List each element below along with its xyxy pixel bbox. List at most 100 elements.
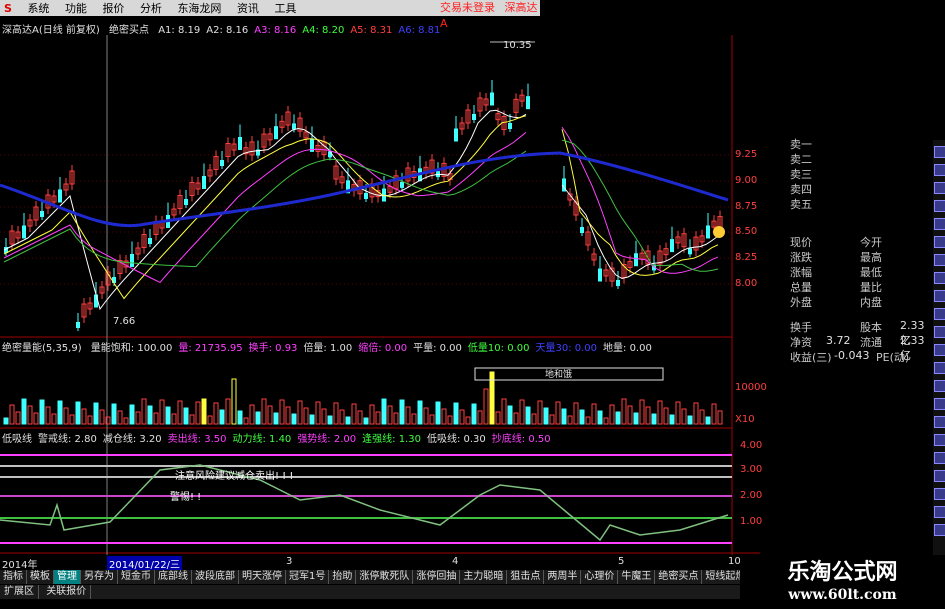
low-label: 最低 [860,266,882,279]
volume-bar [141,398,147,425]
toolbar-button-icon[interactable] [934,146,945,158]
tab-indicator-16[interactable]: 牛魔王 [618,570,656,584]
tab-indicator-2[interactable]: 管理 [54,570,81,584]
volume-bar [555,401,561,425]
tab-indicator-4[interactable]: 短金币 [118,570,155,584]
toolbar-button-icon[interactable] [934,236,945,248]
toolbar-button-icon[interactable] [934,254,945,266]
volume-bar [717,410,723,425]
main-chart-header: 深高达A(日线 前复权) 绝密买点 A1: 8.19 A2: 8.16 A3: 8.… [2,21,532,36]
x-tick-5: 5 [618,556,625,567]
tab-indicator-6[interactable]: 波段底部 [192,570,239,584]
toolbar-button-icon[interactable] [934,488,945,500]
toolbar-button-icon[interactable] [934,290,945,302]
osc-value-0: 低吸线 [2,434,32,445]
volume-bar [231,378,237,425]
toolbar-button-icon[interactable] [934,200,945,212]
volume-bar [195,401,201,425]
tab-indicator-12[interactable]: 主力聪暗 [460,570,508,584]
toolbar-button-icon[interactable] [934,326,945,338]
price-tick-label: 8.00 [735,278,758,289]
tab-indicator-18[interactable]: 短线起爆 [702,570,740,584]
tab-indicator-3[interactable]: 另存为 [81,570,118,584]
price-tick-label: 8.25 [735,252,758,263]
sell-level-3: 卖三 [790,168,812,181]
volume-bar [249,404,255,425]
tab-indicator-0[interactable]: 指标 [0,570,27,584]
menu-item-donghai[interactable]: 东海龙网 [171,0,227,16]
tab-indicator-15[interactable]: 心理价 [581,570,619,584]
menu-item-quote[interactable]: 报价 [96,0,130,16]
toolbar-button-icon[interactable] [934,398,945,410]
toolbar-button-icon[interactable] [934,434,945,446]
price-low-label: 7.66 [113,316,135,327]
price-tick-label: 9.25 [735,149,758,160]
menu-item-analysis[interactable]: 分析 [134,0,168,16]
menu-item-news[interactable]: 资讯 [231,0,265,16]
volume-bar [423,407,429,425]
toolbar-button-icon[interactable] [934,416,945,428]
tab-indicator-7[interactable]: 明天涨停 [239,570,286,584]
volume-bar [123,417,129,425]
osc-annotation-warning: 注意风险建议减仓卖出! ! ! [175,469,293,482]
menu-item-function[interactable]: 功能 [59,0,93,16]
tab-indicator-1[interactable]: 模板 [27,570,54,584]
volume-bar [513,412,519,425]
toolbar-button-icon[interactable] [934,218,945,230]
tab-related-quotes[interactable]: 关联报价 [42,585,92,599]
toolbar-button-icon[interactable] [934,182,945,194]
price-tick-label: 9.00 [735,175,758,186]
toolbar-button-icon[interactable] [934,524,945,536]
menu-item-system[interactable]: 系统 [21,0,55,16]
tab-indicator-11[interactable]: 涨停回抽 [413,570,461,584]
tab-extension-area[interactable]: 扩展区 [0,585,39,599]
toolbar-button-icon[interactable] [934,308,945,320]
toolbar-button-icon[interactable] [934,344,945,356]
candle-body [274,126,278,140]
tab-indicator-17[interactable]: 绝密买点 [655,570,703,584]
toolbar-button-icon[interactable] [934,452,945,464]
volume-bar [237,410,243,425]
volume-bar [519,399,525,425]
outer-volume-label: 外盘 [790,296,812,309]
toolbar-button-icon[interactable] [934,506,945,518]
volume-bar [291,413,297,425]
volume-bar [585,416,591,425]
osc-value-5: 强势线: 2.00 [297,434,357,445]
menu-item-tools[interactable]: 工具 [268,0,302,16]
candle-body [112,277,116,283]
osc-value-4: 动力线: 1.40 [232,434,292,445]
trade-login-link[interactable]: 交易未登录 [440,1,495,14]
tab-indicator-10[interactable]: 涨停敢死队 [356,570,414,584]
volume-bar [537,400,543,425]
chart-canvas[interactable]: 10.35 7.66 地和饿注意风险建议减仓卖出! ! ! 警惕! ! [0,35,760,570]
tab-indicator-8[interactable]: 冠军1号 [286,570,330,584]
toolbar-button-icon[interactable] [934,362,945,374]
turnover-label: 换手 [790,321,812,334]
volume-bar [381,398,387,425]
price-high-label: 10.35 [503,40,532,51]
volume-bar [39,399,45,425]
side-toolbar [933,140,945,560]
volume-bar [33,412,39,425]
toolbar-button-icon[interactable] [934,470,945,482]
volume-bar [639,399,645,425]
volume-bar [27,405,33,425]
toolbar-button-icon[interactable] [934,164,945,176]
volume-bar [621,398,627,425]
tab-indicator-13[interactable]: 狙击点 [507,570,545,584]
volume-bar [603,417,609,425]
volume-bar [711,403,717,425]
toolbar-button-icon[interactable] [934,272,945,284]
tab-indicator-5[interactable]: 底部线 [155,570,192,584]
volume-bar [375,411,381,425]
osc-annotation-alert: 警惕! ! [170,490,201,503]
candle-body [238,137,242,150]
sell-level-4: 卖四 [790,183,812,196]
tab-indicator-9[interactable]: 抬助 [329,570,357,584]
candle-body [526,96,530,110]
volume-bar [399,399,405,425]
tab-indicator-14[interactable]: 两周半 [544,570,582,584]
volume-bar [93,402,99,425]
toolbar-button-icon[interactable] [934,380,945,392]
